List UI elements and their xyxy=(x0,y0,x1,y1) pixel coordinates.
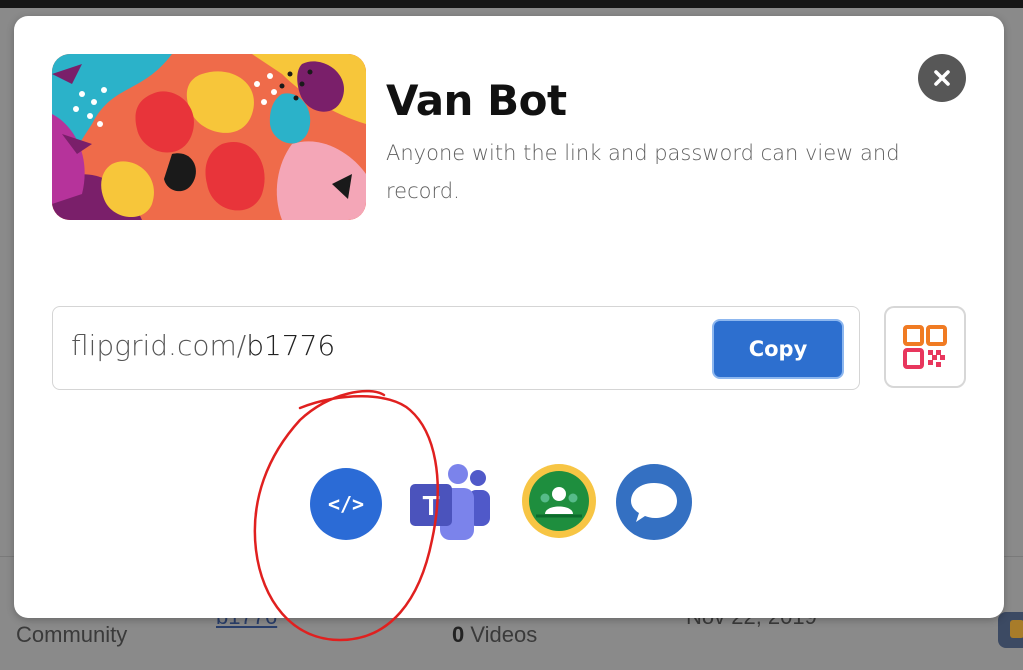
google-classroom-share-button[interactable] xyxy=(522,464,596,538)
share-link-field[interactable]: flipgrid.com/b1776 Copy xyxy=(52,306,860,390)
qr-code-icon xyxy=(903,325,947,369)
background-corner-icon xyxy=(1010,620,1023,638)
embed-share-button[interactable]: </> xyxy=(310,468,382,540)
microsoft-teams-icon: T xyxy=(410,464,490,540)
background-videos-count: 0 Videos xyxy=(452,622,538,647)
group-title: Van Bot xyxy=(386,76,567,125)
qr-code-button[interactable] xyxy=(884,306,966,388)
share-link-text[interactable]: flipgrid.com/b1776 xyxy=(71,329,335,362)
background-community-label: Community xyxy=(16,622,128,647)
google-classroom-icon xyxy=(529,471,589,531)
close-icon xyxy=(934,70,950,86)
remind-share-button[interactable] xyxy=(616,464,692,540)
floral-artwork-image xyxy=(52,54,366,220)
svg-text:T: T xyxy=(422,490,439,521)
background-top-bar xyxy=(0,0,1023,8)
group-access-description: Anyone with the link and password can vi… xyxy=(386,141,900,203)
close-button[interactable] xyxy=(918,54,966,102)
copy-link-button[interactable]: Copy xyxy=(712,319,844,379)
share-options: </> T xyxy=(310,464,700,544)
group-cover-image xyxy=(52,54,366,220)
code-embed-icon: </> xyxy=(327,492,365,516)
share-modal: Van Bot Anyone with the link and passwor… xyxy=(14,16,1004,618)
microsoft-teams-share-button[interactable]: T xyxy=(410,464,494,544)
remind-chat-icon xyxy=(631,483,677,522)
